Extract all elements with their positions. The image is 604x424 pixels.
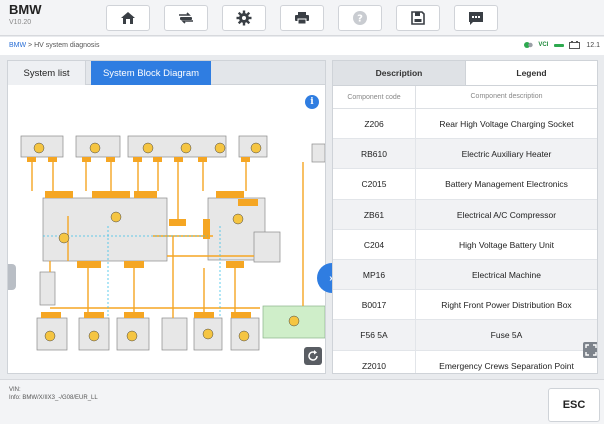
chat-icon: [469, 11, 483, 25]
gear-icon: [236, 10, 252, 26]
cell-description: High Voltage Battery Unit: [415, 229, 597, 260]
tab-system-block-diagram[interactable]: System Block Diagram: [91, 61, 211, 85]
block-diagram-graphic: [20, 135, 326, 351]
left-tabs: System list System Block Diagram: [8, 61, 325, 85]
app-brand: BMW V10.20: [9, 3, 42, 26]
table-row[interactable]: Z2010 Emergency Crews Separation Point: [333, 350, 597, 373]
cell-description: Electric Auxiliary Heater: [415, 139, 597, 170]
cell-description: Battery Management Electronics: [415, 169, 597, 200]
refresh-button[interactable]: [304, 347, 322, 365]
table-row[interactable]: C2015 Battery Management Electronics: [333, 169, 597, 200]
table-header: Component code Component description: [333, 85, 597, 109]
collapse-left-handle[interactable]: [8, 264, 16, 290]
esc-button[interactable]: ESC: [548, 388, 600, 422]
tab-description[interactable]: Description: [333, 61, 465, 85]
battery-voltage: 12.1: [586, 41, 600, 49]
message-button[interactable]: [454, 5, 498, 31]
system-block-diagram[interactable]: [8, 86, 326, 373]
vehicle-swap-button[interactable]: [164, 5, 208, 31]
table-row[interactable]: RB610 Electric Auxiliary Heater: [333, 139, 597, 170]
cell-code: MP16: [362, 269, 386, 280]
table-row[interactable]: C204 High Voltage Battery Unit: [333, 229, 597, 260]
battery-icon: [569, 41, 581, 49]
cell-code: F56 5A: [360, 330, 388, 341]
cell-description: Rear High Voltage Charging Socket: [415, 109, 597, 139]
table-row[interactable]: MP16 Electrical Machine: [333, 259, 597, 291]
right-tabs: Description Legend: [333, 61, 597, 85]
breadcrumb-separator: >: [26, 42, 35, 49]
home-icon: [121, 12, 135, 24]
cell-code: ZB61: [363, 209, 385, 220]
info-icon[interactable]: i: [305, 95, 319, 109]
table-row[interactable]: B0017 Right Front Power Distribution Box: [333, 290, 597, 321]
car-swap-icon: [179, 12, 193, 24]
bottom-bar: VIN: Info: BMW/X/IIX3_-/G08/EUR_LL ESC: [0, 379, 604, 424]
help-icon: ?: [353, 11, 367, 25]
settings-button[interactable]: [222, 5, 266, 31]
vci-signal-icon: [554, 43, 565, 47]
app-version: V10.20: [9, 19, 32, 26]
status-area: VCI 12.1: [524, 41, 600, 49]
app-name: BMW: [9, 2, 42, 17]
home-button[interactable]: [106, 5, 150, 31]
breadcrumb-current: HV system diagnosis: [34, 42, 100, 49]
tab-legend[interactable]: Legend: [465, 61, 597, 85]
vci-label: VCI: [538, 42, 549, 48]
fullscreen-button[interactable]: [583, 342, 597, 358]
legend-table: Z206 Rear High Voltage Charging Socket RB…: [333, 109, 597, 373]
cell-description: Electrical A/C Compressor: [415, 199, 597, 230]
vehicle-info: VIN: Info: BMW/X/IIX3_-/G08/EUR_LL: [9, 386, 98, 402]
legend-panel: Description Legend Component code Compon…: [332, 60, 598, 374]
breadcrumb-root[interactable]: BMW: [9, 42, 26, 49]
cell-description: Emergency Crews Separation Point: [415, 350, 597, 373]
cell-code: RB610: [361, 149, 387, 160]
header-component-description: Component description: [415, 86, 597, 108]
save-button[interactable]: [396, 5, 440, 31]
cell-code: Z2010: [361, 360, 387, 371]
tab-system-list[interactable]: System list: [8, 61, 86, 85]
help-button[interactable]: ?: [338, 5, 382, 31]
fullscreen-icon: [585, 344, 597, 356]
info-text: Info: BMW/X/IIX3_-/G08/EUR_LL: [9, 395, 98, 401]
cell-code: C2015: [361, 179, 387, 190]
save-icon: [411, 11, 425, 25]
breadcrumb: BMW > HV system diagnosis: [9, 42, 99, 49]
cell-description: Fuse 5A: [415, 320, 597, 351]
header-component-code: Component code: [347, 94, 401, 101]
top-toolbar: BMW V10.20 ?: [0, 0, 604, 36]
connection-icon: [524, 42, 534, 48]
breadcrumb-bar: BMW > HV system diagnosis VCI 12.1: [0, 37, 604, 55]
cell-description: Right Front Power Distribution Box: [415, 290, 597, 321]
cell-code: C204: [363, 239, 385, 250]
cell-code: B0017: [361, 300, 387, 311]
cell-description: Electrical Machine: [415, 259, 597, 290]
table-row[interactable]: F56 5A Fuse 5A: [333, 320, 597, 351]
print-button[interactable]: [280, 5, 324, 31]
diagram-panel: System list System Block Diagram i: [7, 60, 343, 374]
printer-icon: [295, 12, 309, 25]
table-row[interactable]: ZB61 Electrical A/C Compressor: [333, 199, 597, 230]
refresh-icon: [308, 350, 318, 361]
svg-text:?: ?: [357, 14, 363, 25]
vin-label: VIN:: [9, 387, 21, 393]
table-row[interactable]: Z206 Rear High Voltage Charging Socket: [333, 109, 597, 140]
cell-code: Z206: [364, 119, 384, 129]
